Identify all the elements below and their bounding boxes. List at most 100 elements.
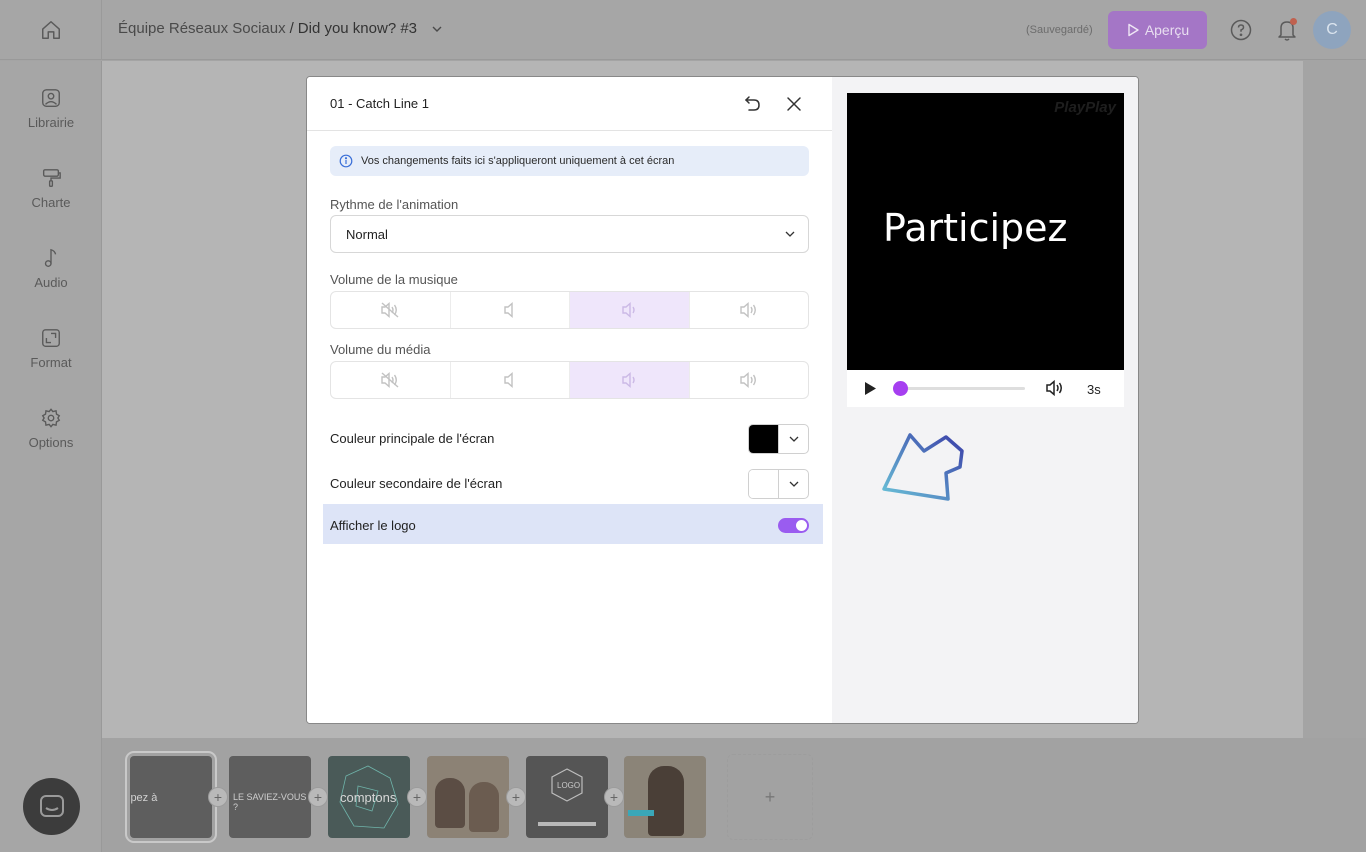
play-icon	[1128, 23, 1139, 37]
volume-high-icon	[740, 301, 756, 319]
show-logo-label: Afficher le logo	[330, 518, 416, 533]
screen-settings-modal: 01 - Catch Line 1 Vos changements faits …	[306, 76, 1139, 724]
breadcrumb-separator: /	[289, 20, 294, 37]
preview-label: Aperçu	[1144, 22, 1190, 38]
video-preview[interactable]: PlayPlay Participez	[847, 93, 1124, 370]
sidebar-item-label: Librairie	[27, 115, 75, 130]
home-icon	[41, 21, 60, 39]
timeline-screen[interactable]: LE SAVIEZ-VOUS ?	[229, 756, 311, 838]
media-volume-medium[interactable]	[570, 362, 690, 398]
music-volume-low[interactable]	[451, 292, 570, 328]
help-button[interactable]	[1229, 18, 1253, 42]
info-icon	[339, 154, 353, 168]
chat-icon	[39, 794, 64, 817]
progress-thumb[interactable]	[893, 381, 908, 396]
timeline-screen[interactable]: comptons	[328, 756, 410, 838]
sidebar-item-charte[interactable]: Charte	[0, 167, 102, 227]
volume-high-icon	[740, 371, 756, 389]
breadcrumb: Équipe Réseaux Sociaux / Did you know? #…	[118, 20, 443, 37]
play-button[interactable]	[863, 381, 877, 401]
top-bar: Équipe Réseaux Sociaux / Did you know? #…	[0, 0, 1366, 60]
notification-badge	[1290, 18, 1297, 25]
screen-text: ipez à	[130, 792, 158, 804]
rhythm-label: Rythme de l'animation	[330, 197, 459, 212]
photo-thumbnail	[469, 782, 499, 832]
progress-track[interactable]	[893, 381, 1025, 396]
primary-color-picker[interactable]	[748, 424, 809, 454]
volume-low-icon	[504, 301, 513, 319]
music-volume-medium[interactable]	[570, 292, 690, 328]
sidebar-item-options[interactable]: Options	[0, 407, 102, 467]
close-button[interactable]	[783, 93, 805, 115]
sidebar-item-label: Format	[30, 355, 72, 370]
help-icon	[1230, 19, 1252, 41]
breadcrumb-project[interactable]: Did you know? #3	[298, 20, 417, 37]
volume-button[interactable]	[1045, 379, 1065, 402]
add-screen-button[interactable]: +	[727, 754, 813, 840]
add-screen-between-button[interactable]: +	[506, 787, 526, 807]
sidebar-item-label: Options	[28, 435, 74, 450]
undo-button[interactable]	[741, 93, 763, 115]
photo-thumbnail	[648, 766, 684, 836]
preview-panel: PlayPlay Participez 3s	[832, 77, 1138, 723]
media-volume-high[interactable]	[690, 362, 809, 398]
add-screen-between-button[interactable]: +	[208, 787, 228, 807]
media-volume-selector	[330, 361, 809, 399]
divider	[538, 822, 596, 826]
secondary-color-picker[interactable]	[748, 469, 809, 499]
media-volume-mute[interactable]	[331, 362, 451, 398]
undo-icon	[744, 96, 760, 111]
primary-color-label: Couleur principale de l'écran	[330, 431, 495, 446]
chevron-down-icon	[779, 470, 808, 498]
cursor-arrow-icon	[882, 433, 964, 501]
format-icon	[42, 329, 60, 347]
volume-low-icon	[504, 371, 513, 389]
sidebar-item-label: Audio	[34, 275, 68, 290]
timeline-screen[interactable]: ipez à	[125, 751, 217, 843]
media-volume-label: Volume du média	[330, 342, 431, 357]
music-volume-selector	[330, 291, 809, 329]
add-screen-between-button[interactable]: +	[407, 787, 427, 807]
video-player-controls: 3s	[847, 370, 1124, 407]
sidebar-item-audio[interactable]: Audio	[0, 247, 102, 307]
show-logo-row: Afficher le logo	[323, 504, 823, 544]
music-volume-label: Volume de la musique	[330, 272, 458, 287]
show-logo-toggle[interactable]	[778, 518, 809, 533]
music-volume-mute[interactable]	[331, 292, 451, 328]
primary-color-swatch	[749, 425, 779, 453]
photo-thumbnail	[435, 778, 465, 828]
play-icon	[865, 382, 876, 395]
notifications-button[interactable]	[1275, 17, 1299, 43]
breadcrumb-team[interactable]: Équipe Réseaux Sociaux	[118, 20, 286, 37]
avatar[interactable]: C	[1313, 11, 1351, 49]
chevron-down-icon	[779, 425, 808, 453]
chat-button[interactable]	[23, 778, 80, 835]
chevron-down-icon[interactable]	[431, 23, 443, 35]
modal-header: 01 - Catch Line 1	[307, 77, 832, 131]
screen-text: LOGO	[557, 781, 581, 790]
settings-panel: 01 - Catch Line 1 Vos changements faits …	[307, 77, 832, 723]
watermark-logo: PlayPlay	[1054, 99, 1116, 116]
preview-button[interactable]: Aperçu	[1108, 11, 1207, 49]
rhythm-select[interactable]: Normal	[330, 215, 809, 253]
volume-high-icon	[1046, 379, 1062, 397]
timeline-screen[interactable]	[624, 756, 706, 838]
timeline-screen[interactable]: LOGO	[526, 756, 608, 838]
timeline-screen[interactable]	[427, 756, 509, 838]
music-volume-high[interactable]	[690, 292, 809, 328]
add-screen-between-button[interactable]: +	[308, 787, 328, 807]
sidebar-item-librairie[interactable]: Librairie	[0, 87, 102, 147]
add-screen-between-button[interactable]: +	[604, 787, 624, 807]
save-status: (Sauvegardé)	[1026, 24, 1093, 36]
sidebar-item-format[interactable]: Format	[0, 327, 102, 387]
gear-icon	[41, 408, 61, 428]
music-note-icon	[44, 248, 57, 267]
paint-roller-icon	[42, 169, 61, 187]
home-button[interactable]	[0, 0, 102, 60]
screen-text: LE SAVIEZ-VOUS ?	[233, 792, 307, 812]
secondary-color-label: Couleur secondaire de l'écran	[330, 476, 503, 491]
media-volume-low[interactable]	[451, 362, 570, 398]
chevron-down-icon	[784, 228, 796, 243]
info-banner: Vos changements faits ici s'appliqueront…	[330, 146, 809, 176]
volume-medium-icon	[622, 371, 635, 389]
